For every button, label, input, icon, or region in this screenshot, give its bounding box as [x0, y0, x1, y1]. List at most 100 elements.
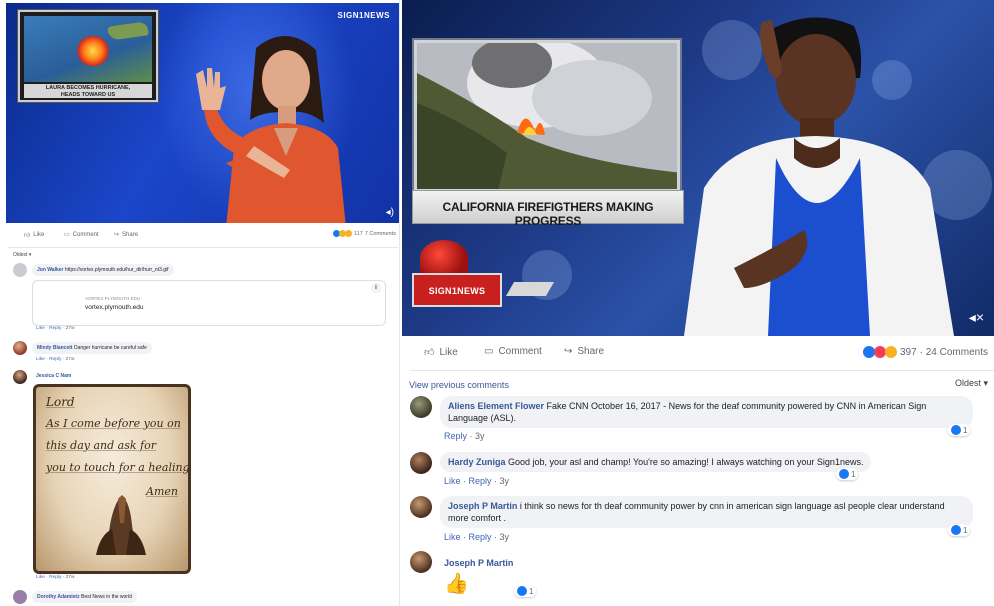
like-reaction-icon: [951, 525, 961, 535]
comment-like-count[interactable]: 1: [836, 468, 859, 480]
info-icon[interactable]: i: [371, 283, 381, 293]
link-title: vortex.plymouth.edu: [85, 304, 144, 311]
comment-like-count[interactable]: 1: [948, 424, 971, 436]
avatar[interactable]: [13, 341, 27, 355]
sort-oldest-dropdown[interactable]: Oldest ▾: [13, 252, 31, 258]
like-reaction-icon: [517, 586, 527, 596]
comment-time[interactable]: 3y: [475, 431, 485, 441]
comment-bubble: Mindy Blancett Danger hurricane be caref…: [32, 342, 152, 354]
sign1news-logo: SIGN1NEWS: [412, 273, 502, 307]
comment-header: Jessica C Nam: [36, 373, 71, 379]
comment-count[interactable]: · 24 Comments: [920, 347, 988, 358]
comment-bubble: Dorothy Adamietz Best News in the world: [32, 591, 137, 603]
left-video-player[interactable]: LAURA BECOMES HURRICANE, HEADS TOWARD US…: [6, 3, 399, 223]
commenter-name[interactable]: Jessica C Nam: [36, 373, 71, 379]
link-domain: VORTEX.PLYMOUTH.EDU: [85, 296, 141, 301]
prayer-line: you to touch for a healing: [46, 461, 190, 474]
left-share-button[interactable]: ↪ Share: [114, 231, 139, 239]
comment-text[interactable]: https://vortex.plymouth.edu/hur_dir/hurr…: [65, 267, 169, 273]
avatar[interactable]: [13, 370, 27, 384]
comment-bubble: Aliens Element Flower Fake CNN October 1…: [440, 396, 973, 428]
comment-reply-link[interactable]: Reply: [49, 575, 61, 580]
comment-time[interactable]: 3y: [500, 532, 510, 542]
share-icon: ↪: [114, 232, 120, 238]
commenter-name[interactable]: Jon Walker: [37, 267, 64, 273]
avatar[interactable]: [13, 590, 27, 604]
avatar[interactable]: [410, 396, 432, 418]
logo-text: SIGN1NEWS: [428, 286, 486, 296]
comment-time[interactable]: 27w: [66, 357, 75, 362]
comment-like-link[interactable]: Like: [36, 357, 45, 362]
divider: [410, 370, 994, 371]
comment-meta: Like · Reply · 3y: [444, 532, 510, 542]
haha-reaction-icon: [345, 230, 353, 237]
hurricane-inset: LAURA BECOMES HURRICANE, HEADS TOWARD US: [18, 10, 158, 102]
comment-time[interactable]: 3y: [500, 476, 510, 486]
share-label: Share: [122, 231, 139, 238]
comment-item: Hardy Zuniga Good job, your asl and cham…: [410, 452, 990, 488]
comment-like-link[interactable]: Like: [444, 476, 461, 486]
comment-like-link[interactable]: Like: [444, 532, 461, 542]
view-previous-comments-link[interactable]: View previous comments: [409, 380, 509, 390]
like-count: 1: [963, 425, 968, 435]
right-share-button[interactable]: ↪ Share: [564, 346, 604, 357]
left-action-bar: 👍︎ Like ▭ Comment ↪ Share 117 7 Comments: [22, 229, 398, 243]
right-comment-button[interactable]: ▭ Comment: [484, 346, 542, 357]
commenter-name[interactable]: Mindy Blancett: [37, 345, 73, 351]
right-reaction-summary[interactable]: 397 · 24 Comments: [862, 346, 988, 358]
left-like-button[interactable]: 👍︎ Like: [24, 231, 44, 239]
comment-reply-link[interactable]: Reply: [49, 357, 61, 362]
commenter-name[interactable]: Dorothy Adamietz: [37, 594, 80, 600]
commenter-name[interactable]: Joseph P Martin: [444, 558, 513, 568]
wildfire-footage: [414, 40, 680, 192]
logo-stripe: [505, 282, 555, 296]
hurricane-graphic: [76, 36, 110, 66]
wow-reaction-icon: [884, 346, 897, 358]
comment-label: Comment: [498, 346, 542, 357]
comment-item: Joseph P Martin i think so news for th d…: [410, 496, 990, 544]
sign1news-logo: SIGN1NEWS: [337, 11, 390, 20]
comment-bubble: Jon Walker https://vortex.plymouth.edu/h…: [32, 264, 174, 276]
comment-item: Aliens Element Flower Fake CNN October 1…: [410, 396, 990, 444]
avatar[interactable]: [410, 452, 432, 474]
comment-time[interactable]: 27w: [66, 326, 75, 331]
comment-item: Joseph P Martin 👍 1: [410, 551, 990, 606]
volume-icon[interactable]: ◂): [386, 207, 394, 218]
right-like-button[interactable]: 👍︎ Like: [424, 346, 458, 359]
comment-meta: Reply · 3y: [444, 431, 485, 441]
comment-like-link[interactable]: Like: [36, 575, 45, 580]
right-action-bar: 👍︎ Like ▭ Comment ↪ Share 397 · 24 Comments: [402, 342, 994, 364]
comment-like-count[interactable]: 1: [514, 585, 537, 597]
commenter-name[interactable]: Hardy Zuniga: [448, 457, 506, 467]
left-comment-button[interactable]: ▭ Comment: [64, 231, 99, 239]
reaction-count: 397: [899, 346, 917, 358]
avatar[interactable]: [13, 263, 27, 277]
commenter-name[interactable]: Joseph P Martin: [448, 501, 517, 511]
like-label: Like: [33, 232, 45, 238]
comment-reply-link[interactable]: Reply: [444, 431, 467, 441]
link-preview-card[interactable]: VORTEX.PLYMOUTH.EDU vortex.plymouth.edu …: [32, 280, 386, 326]
prayer-line: this day and ask for: [46, 439, 156, 452]
comment-reply-link[interactable]: Reply: [49, 326, 61, 331]
avatar[interactable]: [410, 551, 432, 573]
comment-text: Danger hurricane be careful safe: [73, 345, 147, 351]
right-video-player[interactable]: CALIFORNIA FIREFIGTHERS MAKING PROGRESS …: [402, 0, 994, 336]
like-reaction-icon: [839, 469, 849, 479]
comment-like-link[interactable]: Like: [36, 326, 45, 331]
avatar[interactable]: [410, 496, 432, 518]
left-reaction-summary[interactable]: 117 7 Comments: [333, 230, 396, 237]
sort-oldest-dropdown[interactable]: Oldest ▾: [955, 378, 988, 389]
inset-caption: LAURA BECOMES HURRICANE, HEADS TOWARD US: [24, 84, 152, 98]
comment-count[interactable]: 7 Comments: [365, 231, 396, 237]
headline-banner: CALIFORNIA FIREFIGTHERS MAKING PROGRESS: [412, 190, 684, 228]
comment-reply-link[interactable]: Reply: [469, 476, 492, 486]
commenter-name[interactable]: Aliens Element Flower: [448, 401, 544, 411]
comment-icon: ▭: [484, 346, 494, 357]
like-reaction-icon: [951, 425, 961, 435]
comment-like-count[interactable]: 1: [948, 524, 971, 536]
comment-reply-link[interactable]: Reply: [469, 532, 492, 542]
comment-time[interactable]: 27w: [66, 575, 75, 580]
volume-icon[interactable]: ◂×: [969, 309, 984, 326]
praying-hands-image: [96, 495, 146, 555]
prayer-image[interactable]: Lord As I come before you on this day an…: [33, 384, 191, 574]
